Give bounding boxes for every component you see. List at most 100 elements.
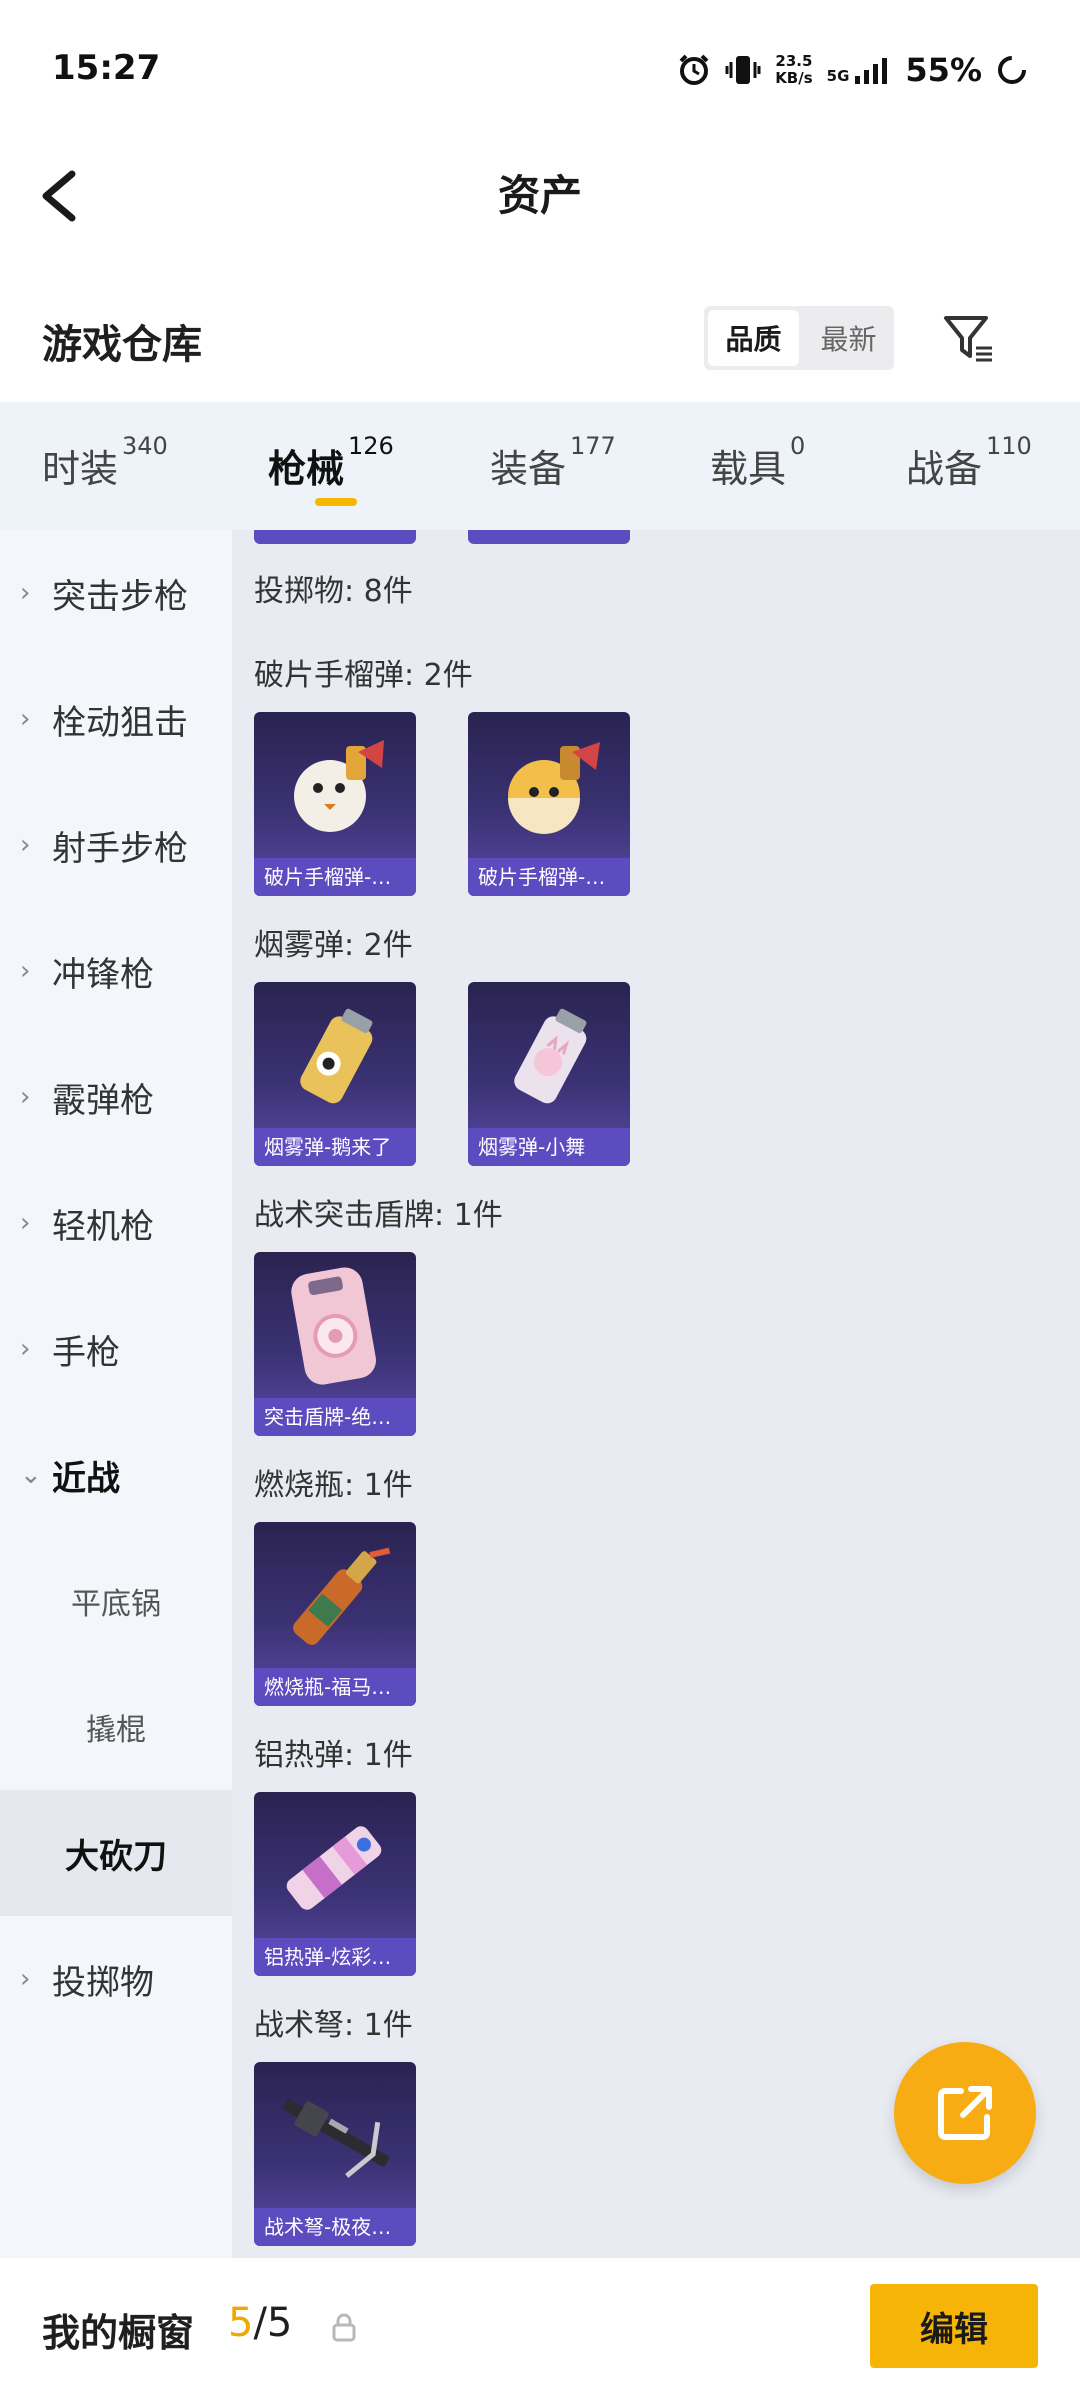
sidebar-item-shotgun[interactable]: › 霰弹枪 — [0, 1034, 232, 1160]
header: 资产 — [0, 140, 1080, 250]
showcase-count-current: 5 — [228, 2300, 254, 2346]
status-time: 15:27 — [52, 48, 161, 88]
showcase-count-total: /5 — [253, 2300, 293, 2346]
sort-option-quality[interactable]: 品质 — [708, 310, 799, 366]
tab-fashion[interactable]: 时装340 — [42, 432, 168, 493]
showcase-label: 我的橱窗 — [42, 2311, 195, 2355]
sort-option-latest[interactable]: 最新 — [803, 306, 894, 370]
sidebar-item-label: 霰弹枪 — [52, 1080, 154, 1121]
smoke-grenade-xiaowu-image — [514, 1008, 587, 1104]
group-label: 破片手榴弹: 2件 — [254, 658, 473, 693]
network-speed: 23.5 KB/s — [775, 53, 812, 87]
sidebar-item-label: 栓动狙击 — [52, 702, 188, 743]
tab-count: 126 — [348, 432, 394, 460]
chevron-right-icon: › — [20, 1082, 31, 1112]
item-caption: 破片手榴弹-… — [254, 858, 416, 896]
chevron-right-icon: › — [20, 1334, 31, 1364]
chevron-right-icon: › — [20, 956, 31, 986]
status-bar: 15:27 23.5 KB/s 5G 55% — [0, 0, 1080, 140]
signal-icon — [855, 58, 888, 84]
tab-firearms[interactable]: 枪械126 — [268, 432, 394, 493]
group-label: 烟雾弹: 2件 — [254, 928, 413, 963]
sidebar-item-label: 轻机枪 — [52, 1206, 154, 1247]
crossbow-image — [282, 2099, 389, 2178]
grenade-snowman-image — [294, 740, 384, 832]
tab-label: 载具 — [710, 447, 787, 491]
tab-label: 战备 — [906, 447, 983, 491]
sidebar-item-pistol[interactable]: › 手枪 — [0, 1286, 232, 1412]
sidebar-item-assault-rifle[interactable]: › 突击步枪 — [0, 530, 232, 656]
tab-vehicles[interactable]: 载具0 — [710, 432, 805, 493]
sidebar-item-label: 手枪 — [52, 1332, 120, 1373]
tab-equipment[interactable]: 装备177 — [490, 432, 616, 493]
battery-percent: 55% — [905, 51, 982, 89]
filter-button[interactable] — [938, 308, 998, 368]
grenade-gold-image — [508, 742, 600, 834]
assault-shield-image — [291, 1267, 376, 1385]
item-card[interactable]: 战术弩-极夜… — [254, 2062, 416, 2246]
share-out-icon — [938, 2086, 992, 2140]
item-caption: 烟雾弹-小舞 — [468, 1128, 630, 1166]
group-label: 战术突击盾牌: 1件 — [254, 1198, 503, 1233]
chevron-right-icon: › — [20, 578, 31, 608]
item-card[interactable]: 破片手榴弹-… — [254, 712, 416, 896]
sidebar-subitem-frying-pan[interactable]: 平底锅 — [0, 1538, 232, 1664]
alarm-icon — [679, 54, 709, 85]
item-caption: 燃烧瓶-福马… — [254, 1668, 416, 1706]
tab-count: 340 — [122, 432, 168, 460]
category-tabs: 时装340 枪械126 装备177 载具0 战备110 — [0, 402, 1080, 530]
item-caption: 烟雾弹-鹅来了 — [254, 1128, 416, 1166]
sidebar-item-label: 突击步枪 — [52, 576, 188, 617]
tab-label: 装备 — [490, 447, 567, 491]
cell-signal: 5G — [827, 56, 892, 84]
loading-icon — [998, 56, 1026, 84]
speed-unit: KB/s — [775, 69, 813, 87]
chevron-right-icon: › — [20, 1964, 31, 1994]
item-card[interactable]: 烟雾弹-小舞 — [468, 982, 630, 1166]
partial-item-card[interactable] — [254, 530, 416, 544]
speed-value: 23.5 — [775, 52, 813, 70]
sidebar-subitem-crowbar[interactable]: 撬棍 — [0, 1664, 232, 1790]
chevron-down-icon: ⌄ — [20, 1460, 42, 1490]
item-card[interactable]: 燃烧瓶-福马… — [254, 1522, 416, 1706]
chevron-right-icon: › — [20, 704, 31, 734]
sidebar-item-throwables[interactable]: › 投掷物 — [0, 1916, 232, 2042]
item-caption: 破片手榴弹-… — [468, 858, 630, 896]
filter-icon — [944, 316, 992, 362]
group-label: 铝热弹: 1件 — [254, 1738, 413, 1773]
sidebar-item-melee[interactable]: ⌄ 近战 — [0, 1412, 232, 1538]
tab-count: 0 — [790, 432, 806, 460]
item-card[interactable]: 突击盾牌-绝… — [254, 1252, 416, 1436]
lock-icon — [332, 2313, 356, 2342]
sidebar-subitem-machete[interactable]: 大砍刀 — [0, 1790, 232, 1916]
tab-label: 时装 — [42, 447, 119, 491]
group-label: 战术弩: 1件 — [254, 2008, 413, 2043]
sort-toggle: 品质 最新 — [704, 306, 894, 370]
sidebar-item-label: 投掷物 — [52, 1962, 154, 2003]
partial-item-card[interactable] — [468, 530, 630, 544]
sidebar-item-bolt-sniper[interactable]: › 栓动狙击 — [0, 656, 232, 782]
chevron-right-icon: › — [20, 830, 31, 860]
item-card[interactable]: 烟雾弹-鹅来了 — [254, 982, 416, 1166]
sidebar-item-smg[interactable]: › 冲锋枪 — [0, 908, 232, 1034]
item-caption: 铝热弹-炫彩… — [254, 1938, 416, 1976]
status-icons: 23.5 KB/s 5G 55% — [677, 46, 1028, 94]
tab-count: 110 — [986, 432, 1032, 460]
item-caption: 突击盾牌-绝… — [254, 1398, 416, 1436]
group-label: 燃烧瓶: 1件 — [254, 1468, 413, 1503]
edit-button[interactable]: 编辑 — [870, 2284, 1038, 2368]
item-card[interactable]: 铝热弹-炫彩… — [254, 1792, 416, 1976]
share-fab[interactable] — [894, 2042, 1036, 2184]
tab-tactical-gear[interactable]: 战备110 — [906, 432, 1032, 493]
weapon-category-sidebar: › 突击步枪 › 栓动狙击 › 射手步枪 › 冲锋枪 › 霰弹枪 › 轻机枪 ›… — [0, 530, 232, 2258]
item-card[interactable]: 破片手榴弹-… — [468, 712, 630, 896]
page-title: 资产 — [497, 171, 582, 220]
chevron-right-icon: › — [20, 1208, 31, 1238]
warehouse-title: 游戏仓库 — [42, 322, 202, 368]
sidebar-item-marksman-rifle[interactable]: › 射手步枪 — [0, 782, 232, 908]
item-grid: 投掷物: 8件 破片手榴弹: 2件 破片手榴弹-… 破片手榴弹-… 烟雾弹: 2… — [232, 530, 1080, 2258]
showcase-count: 5/5 — [228, 2300, 292, 2346]
item-caption: 战术弩-极夜… — [254, 2208, 416, 2246]
smoke-grenade-goose-image — [300, 1008, 373, 1104]
sidebar-item-lmg[interactable]: › 轻机枪 — [0, 1160, 232, 1286]
